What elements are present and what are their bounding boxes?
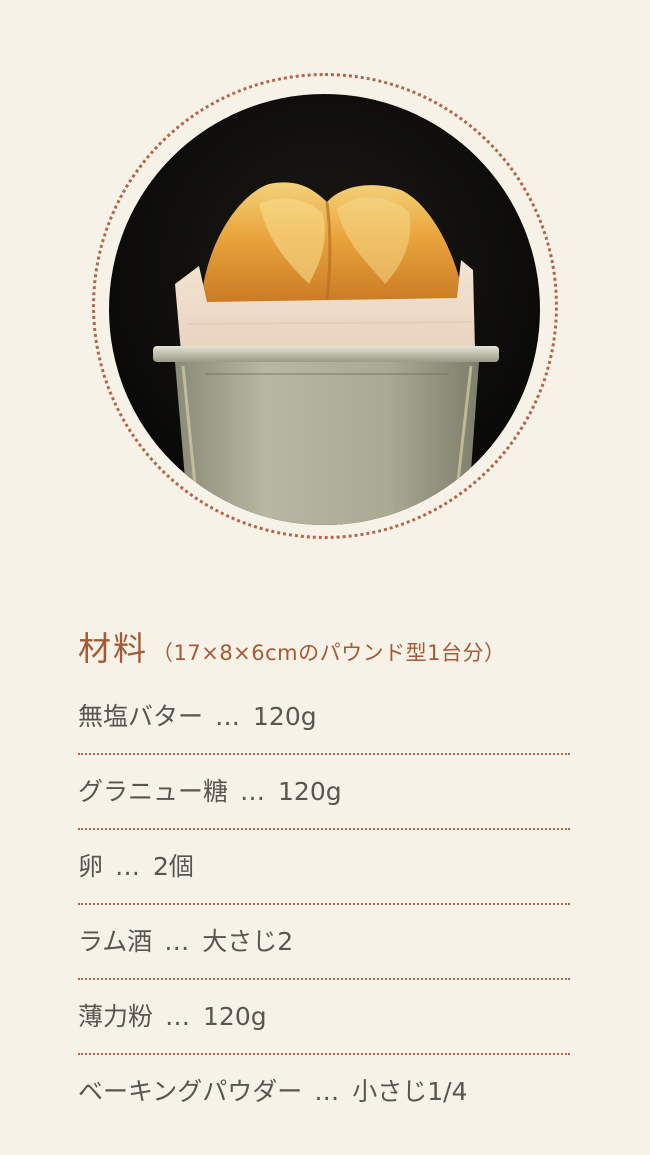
ingredient-row-baking-powder: ベーキングパウダー … 小さじ1/4	[78, 1055, 570, 1130]
ingredient-row-sugar: グラニュー糖 … 120g	[78, 755, 570, 830]
ingredient-list: 無塩バター … 120g グラニュー糖 … 120g 卵 … 2個 ラム酒 … 大さじ2 薄力粉…	[78, 680, 570, 1130]
ingredient-amount: 120g	[278, 777, 342, 806]
pound-cake-image	[109, 94, 540, 525]
ingredient-separator: …	[164, 927, 189, 956]
ingredient-amount: 小さじ1/4	[352, 1077, 468, 1106]
ingredients-title: 材料	[78, 629, 148, 668]
ingredient-amount: 2個	[153, 852, 194, 881]
ingredients-heading: 材料 （17×8×6cmのパウンド型1台分）	[78, 622, 506, 670]
ingredient-name: 薄力粉	[78, 1002, 154, 1031]
ingredient-row-butter: 無塩バター … 120g	[78, 680, 570, 755]
ingredient-name: 卵	[78, 852, 104, 881]
ingredient-row-flour: 薄力粉 … 120g	[78, 980, 570, 1055]
ingredient-name: ラム酒	[78, 927, 153, 956]
ingredient-amount: 120g	[253, 702, 317, 731]
ingredient-row-egg: 卵 … 2個	[78, 830, 570, 905]
ingredient-name: ベーキングパウダー	[78, 1077, 303, 1106]
ingredient-amount: 大さじ2	[202, 927, 294, 956]
ingredient-row-rum: ラム酒 … 大さじ2	[78, 905, 570, 980]
ingredient-amount: 120g	[203, 1002, 267, 1031]
ingredient-separator: …	[240, 777, 265, 806]
ingredient-name: 無塩バター	[78, 702, 204, 731]
ingredient-separator: …	[215, 702, 240, 731]
ingredient-separator: …	[115, 852, 140, 881]
ingredient-name: グラニュー糖	[78, 777, 229, 806]
cake-photo	[109, 94, 540, 525]
ingredient-separator: …	[314, 1077, 339, 1106]
ingredients-subtitle: （17×8×6cmのパウンド型1台分）	[152, 641, 506, 665]
ingredient-separator: …	[165, 1002, 190, 1031]
